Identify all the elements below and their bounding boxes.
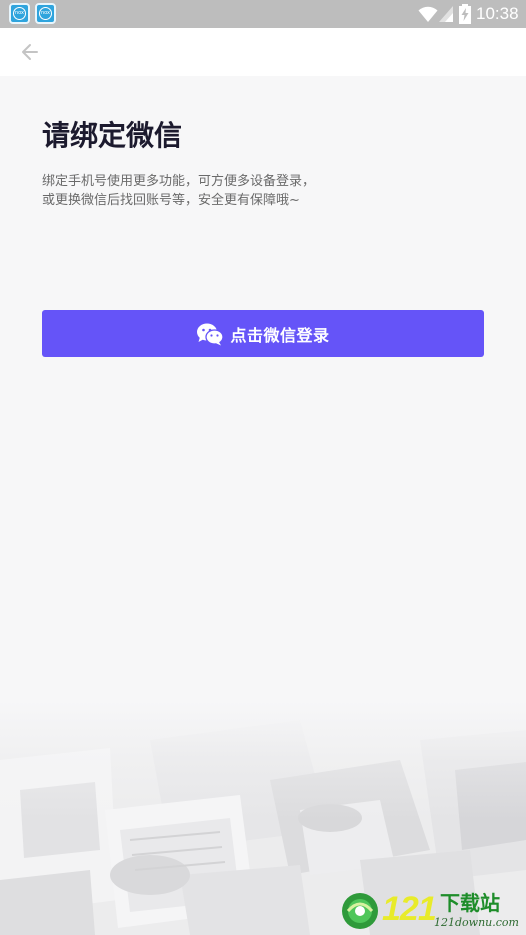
- watermark-logo: 121 下载站 121downu.com: [338, 887, 524, 935]
- notification-icon-label: nox: [14, 10, 25, 16]
- app-bar: [0, 28, 526, 76]
- page-description: 绑定手机号使用更多功能，可方便多设备登录， 或更换微信后找回账号等，安全更有保障…: [42, 172, 362, 210]
- wechat-login-button[interactable]: 点击微信登录: [42, 310, 484, 357]
- description-line: 绑定手机号使用更多功能，可方便多设备登录，: [42, 174, 316, 189]
- watermark-text: 下载站: [440, 891, 500, 915]
- signal-icon: [439, 6, 453, 22]
- back-button[interactable]: [14, 38, 46, 66]
- status-bar: nox nox 10:38: [0, 0, 526, 28]
- notification-icon-label: nox: [40, 10, 51, 16]
- arrow-left-icon: [22, 44, 38, 60]
- wechat-icon: [197, 323, 225, 345]
- nox-app-icon: nox: [9, 3, 30, 24]
- green-globe-icon: [342, 893, 378, 929]
- page-title: 请绑定微信: [42, 119, 183, 152]
- nox-app-icon: nox: [35, 3, 56, 24]
- battery-charging-icon: [459, 4, 471, 24]
- watermark-number: 121: [382, 890, 437, 928]
- watermark-url: 121downu.com: [434, 916, 519, 929]
- wechat-login-label: 点击微信登录: [230, 325, 330, 345]
- description-line: 或更换微信后找回账号等，安全更有保障哦~: [42, 193, 300, 208]
- status-time: 10:38: [476, 4, 519, 23]
- wifi-icon: [418, 6, 438, 22]
